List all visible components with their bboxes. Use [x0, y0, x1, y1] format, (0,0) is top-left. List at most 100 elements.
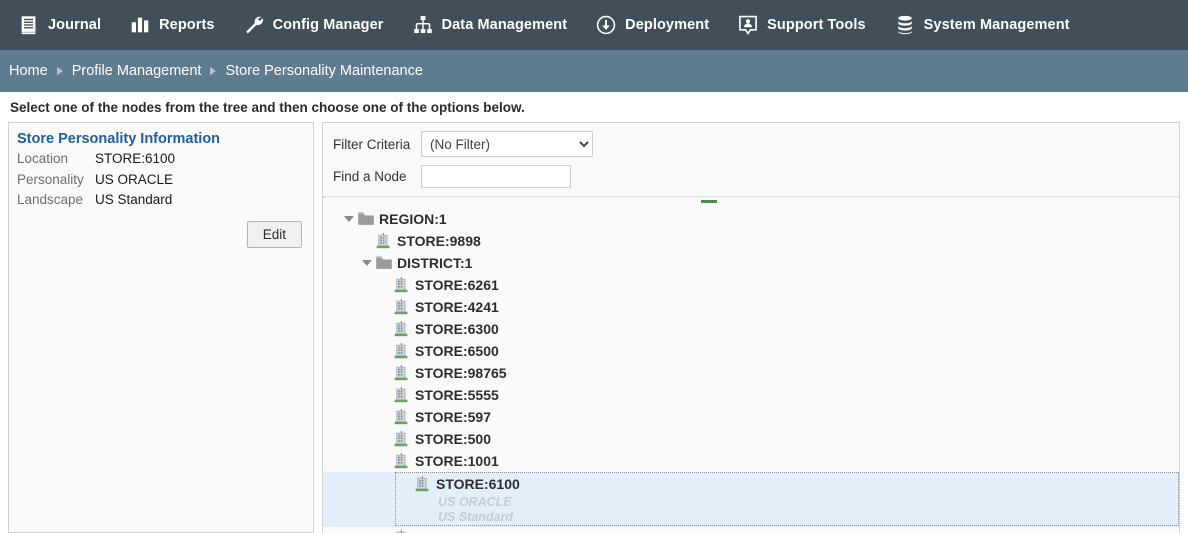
tree-node-subline: US Standard	[438, 510, 514, 524]
breadcrumb-item-profile-management[interactable]: Profile Management	[72, 63, 202, 79]
filter-criteria-select[interactable]: (No Filter)	[421, 131, 593, 157]
breadcrumb-separator-icon	[210, 67, 217, 75]
store-icon	[393, 408, 411, 426]
folder-icon	[375, 254, 393, 272]
breadcrumb-item-store-personality-maintenance: Store Personality Maintenance	[225, 63, 423, 79]
tree-node[interactable]: STORE:597	[323, 406, 1179, 428]
store-icon	[375, 232, 393, 250]
store-icon	[393, 298, 411, 316]
store-icon	[393, 320, 411, 338]
filter-criteria-label: Filter Criteria	[333, 136, 411, 152]
tree-node[interactable]: STORE:98765	[323, 362, 1179, 384]
instruction-text: Select one of the nodes from the tree an…	[0, 92, 1188, 122]
info-value: STORE:6100	[95, 151, 176, 166]
edit-button[interactable]: Edit	[246, 221, 302, 248]
tree-node-label: STORE:5555	[415, 387, 499, 403]
info-value: US ORACLE	[95, 171, 174, 187]
find-node-row: Find a Node	[323, 165, 1179, 188]
nav-item-data-management[interactable]: Data Management	[412, 0, 582, 50]
tree-node-label: STORE:4241	[415, 299, 499, 315]
store-icon	[414, 475, 432, 493]
wrench-icon	[243, 14, 265, 36]
tree-node[interactable]: STORE:1001	[323, 450, 1179, 472]
expand-collapse-toggle[interactable]	[341, 216, 357, 222]
content-area: Store Personality Information Location ST…	[0, 122, 1188, 533]
tree-divider	[323, 196, 1179, 198]
tree-node-label: STORE:6261	[415, 277, 499, 293]
tree-node-label: STORE:6500	[415, 343, 499, 359]
find-node-label: Find a Node	[333, 169, 407, 184]
filter-criteria-row: Filter Criteria (No Filter)	[323, 131, 1179, 157]
breadcrumb: Home Profile Management Store Personality …	[0, 50, 1188, 92]
tree-node-label: STORE:500	[415, 431, 491, 447]
folder-icon	[357, 210, 375, 228]
expand-collapse-toggle[interactable]	[359, 260, 375, 266]
tree-node-selection-box: STORE:6100 US ORACLE US Standard	[395, 472, 1179, 526]
nav-item-deployment[interactable]: Deployment	[595, 0, 723, 50]
find-node-input[interactable]	[421, 165, 571, 188]
tree-node-selected[interactable]: STORE:6100	[398, 473, 1178, 495]
caret-down-icon	[344, 216, 354, 222]
breadcrumb-separator-icon	[56, 67, 63, 75]
tree-node[interactable]: STORE:500	[323, 428, 1179, 450]
nav-item-config-manager[interactable]: Config Manager	[243, 0, 398, 50]
nav-item-label: Data Management	[441, 17, 568, 33]
nav-item-label: Support Tools	[767, 17, 866, 33]
store-icon	[393, 430, 411, 448]
tree-node-label: STORE:6100	[436, 476, 520, 492]
tree-node-label: STORE:98765	[415, 365, 507, 381]
tree-node-label: STORE:9898	[397, 233, 481, 249]
nav-item-label: System Management	[923, 17, 1070, 33]
user-bubble-icon	[737, 14, 759, 36]
tree-node[interactable]: STORE:9898	[323, 230, 1179, 252]
panel-title: Store Personality Information	[17, 131, 221, 147]
store-personality-information-panel: Store Personality Information Location ST…	[8, 122, 314, 533]
info-label: Location	[17, 151, 69, 166]
breadcrumb-item-home[interactable]: Home	[9, 63, 48, 79]
tree-node[interactable]: REGION:1	[323, 208, 1179, 230]
store-icon	[393, 452, 411, 470]
tree-node[interactable]: STORE:6500	[323, 340, 1179, 362]
info-label: Personality	[17, 171, 84, 187]
info-value: US Standard	[95, 192, 173, 207]
info-row: Personality US ORACLE	[17, 170, 303, 191]
store-icon	[393, 342, 411, 360]
journal-icon	[18, 14, 40, 36]
tree-node-label: REGION:1	[379, 211, 447, 227]
node-tree-panel: Filter Criteria (No Filter) Find a Node …	[322, 122, 1180, 533]
top-navigation-bar: Journal Reports Config Manager Data Managem…	[0, 0, 1188, 50]
store-icon	[393, 529, 411, 533]
store-icon	[393, 276, 411, 294]
node-tree: REGION:1 STORE:9898 DISTRICT:1 STORE:6261 ST…	[323, 206, 1179, 533]
tree-node-label: STORE:1001	[415, 453, 499, 469]
info-rows: Location STORE:6100 Personality US ORACLE La…	[15, 149, 303, 211]
tree-node[interactable]: STORE:4241	[323, 296, 1179, 318]
caret-down-icon	[362, 260, 372, 266]
nav-item-journal[interactable]: Journal	[18, 0, 115, 50]
info-row: Location STORE:6100	[17, 149, 303, 170]
tree-node[interactable]: DISTRICT:1	[323, 252, 1179, 274]
nav-item-label: Config Manager	[272, 17, 384, 33]
reports-icon	[129, 14, 151, 36]
nav-item-label: Reports	[159, 17, 215, 33]
tree-node[interactable]: STORE:6200	[323, 527, 1179, 533]
nav-item-system-management[interactable]: System Management	[894, 0, 1084, 50]
nav-item-support-tools[interactable]: Support Tools	[737, 0, 880, 50]
download-circle-icon	[595, 14, 617, 36]
info-label: Landscape	[17, 192, 84, 207]
tree-node[interactable]: STORE:6261	[323, 274, 1179, 296]
tree-node[interactable]: STORE:5555	[323, 384, 1179, 406]
nav-item-reports[interactable]: Reports	[129, 0, 229, 50]
tree-node-label: DISTRICT:1	[397, 255, 473, 271]
tree-node-subline: US ORACLE	[438, 495, 512, 509]
database-icon	[894, 14, 916, 36]
edit-button-container: Edit	[246, 221, 302, 248]
store-icon	[393, 364, 411, 382]
sitemap-icon	[412, 14, 434, 36]
tree-node-selected-container[interactable]: STORE:6100 US ORACLE US Standard	[323, 472, 1179, 527]
tree-top-stub-icon	[701, 200, 717, 203]
tree-node-label: STORE:597	[415, 409, 491, 425]
info-row: Landscape US Standard	[17, 190, 303, 211]
tree-node[interactable]: STORE:6300	[323, 318, 1179, 340]
store-icon	[393, 386, 411, 404]
